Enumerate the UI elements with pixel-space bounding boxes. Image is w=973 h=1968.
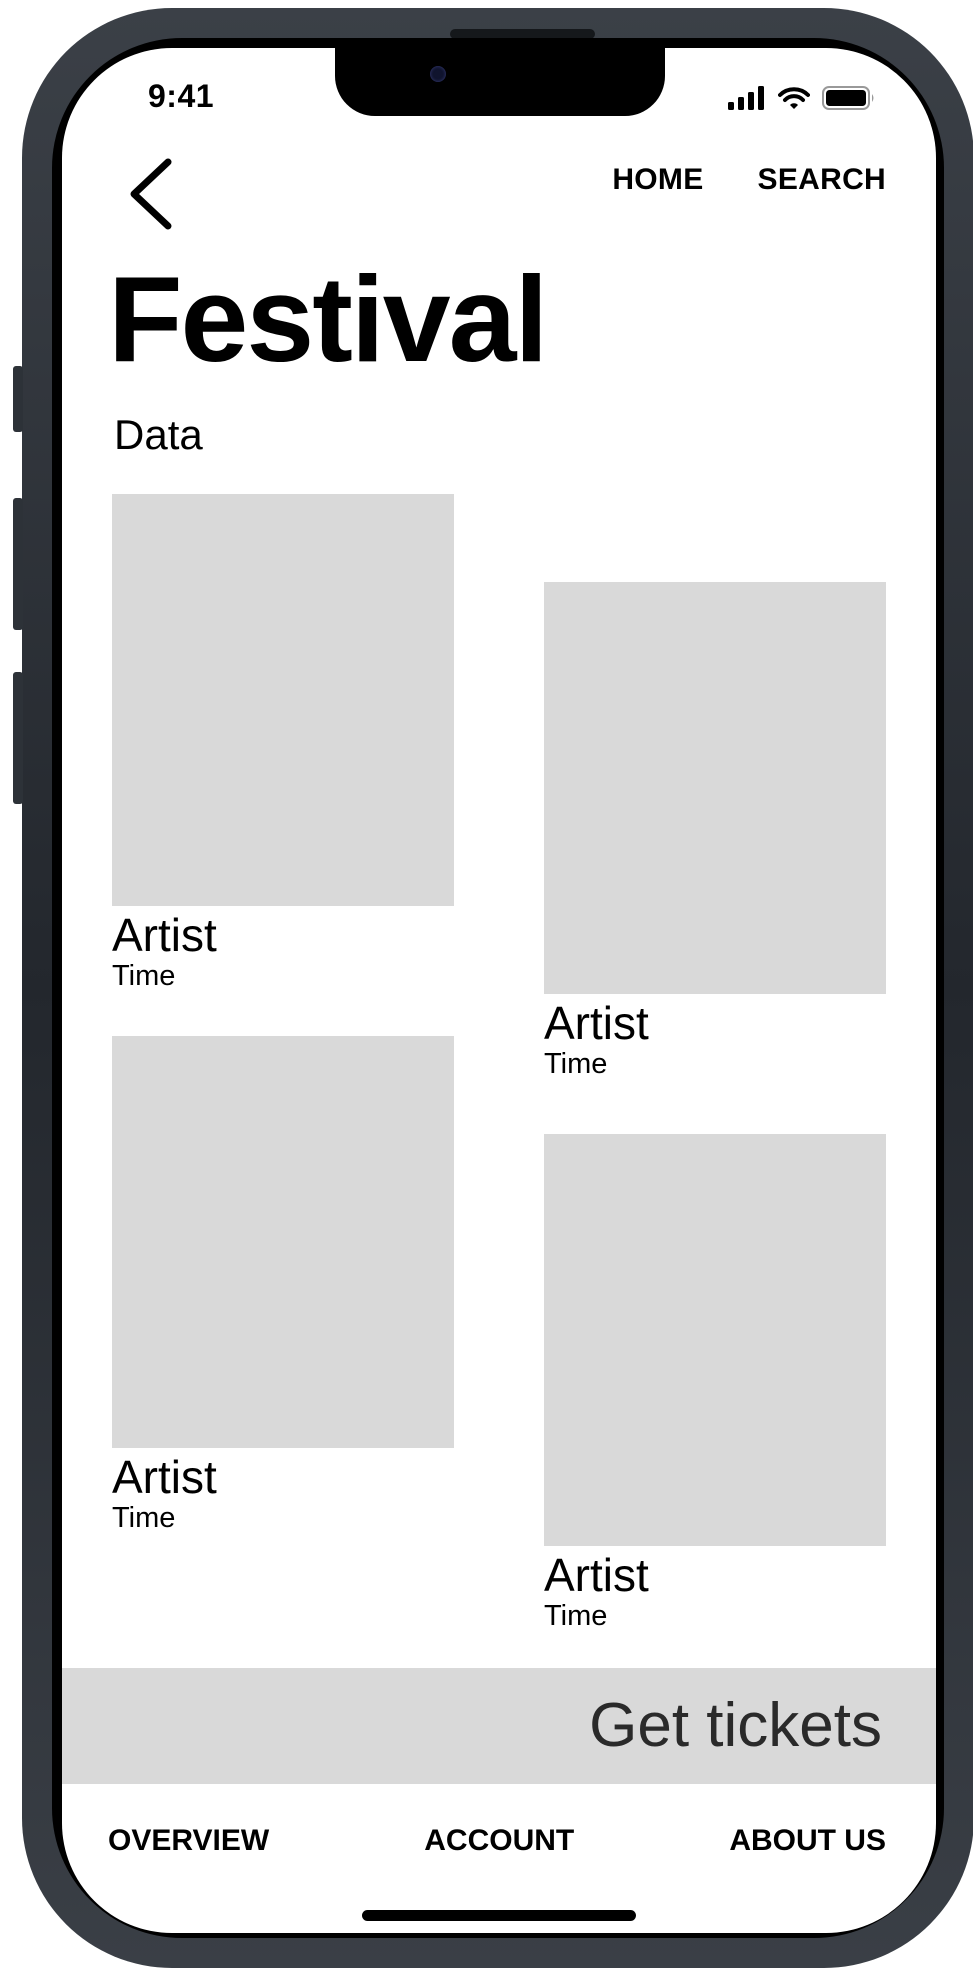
- bottom-nav: OVERVIEW ACCOUNT ABOUT US: [108, 1824, 886, 1858]
- artist-name: Artist: [112, 1451, 217, 1503]
- artist-image: [544, 582, 886, 994]
- status-time: 9:41: [148, 78, 215, 114]
- app-screen: 9:41 HOME SEARCH Festival Data Artist Ti…: [62, 48, 936, 1933]
- battery-icon: [822, 86, 874, 110]
- wifi-icon: [778, 87, 810, 109]
- artist-card[interactable]: Artist Time: [112, 1036, 454, 1534]
- top-nav: HOME SEARCH: [612, 163, 886, 197]
- nav-about-us-link[interactable]: ABOUT US: [729, 1824, 886, 1858]
- artist-image: [112, 1036, 454, 1448]
- nav-search-link[interactable]: SEARCH: [758, 163, 886, 197]
- artist-time: Time: [112, 959, 176, 992]
- back-button[interactable]: [122, 154, 178, 234]
- get-tickets-button[interactable]: Get tickets: [62, 1668, 936, 1784]
- artist-image: [112, 494, 454, 906]
- get-tickets-label: Get tickets: [589, 1691, 882, 1760]
- page-title: Festival: [108, 251, 548, 387]
- nav-home-link[interactable]: HOME: [612, 163, 703, 197]
- artist-time: Time: [544, 1047, 608, 1080]
- artist-name: Artist: [112, 909, 217, 961]
- artist-card[interactable]: Artist Time: [544, 1134, 886, 1632]
- notch: [335, 48, 665, 116]
- volume-up-button: [13, 498, 23, 630]
- artist-image: [544, 1134, 886, 1546]
- artist-card[interactable]: Artist Time: [544, 582, 886, 1080]
- nav-overview-link[interactable]: OVERVIEW: [108, 1824, 269, 1858]
- signal-icon: [728, 86, 764, 110]
- mute-switch: [13, 366, 23, 432]
- chevron-left-icon: [130, 158, 172, 230]
- nav-account-link[interactable]: ACCOUNT: [424, 1824, 574, 1858]
- volume-down-button: [13, 672, 23, 804]
- page-subtitle: Data: [114, 411, 203, 458]
- artist-time: Time: [112, 1501, 176, 1534]
- artist-card[interactable]: Artist Time: [112, 494, 454, 992]
- front-camera: [430, 66, 446, 82]
- home-indicator[interactable]: [362, 1910, 636, 1921]
- artist-time: Time: [544, 1599, 608, 1632]
- artist-name: Artist: [544, 1549, 649, 1601]
- artist-name: Artist: [544, 997, 649, 1049]
- status-icons: [728, 86, 876, 110]
